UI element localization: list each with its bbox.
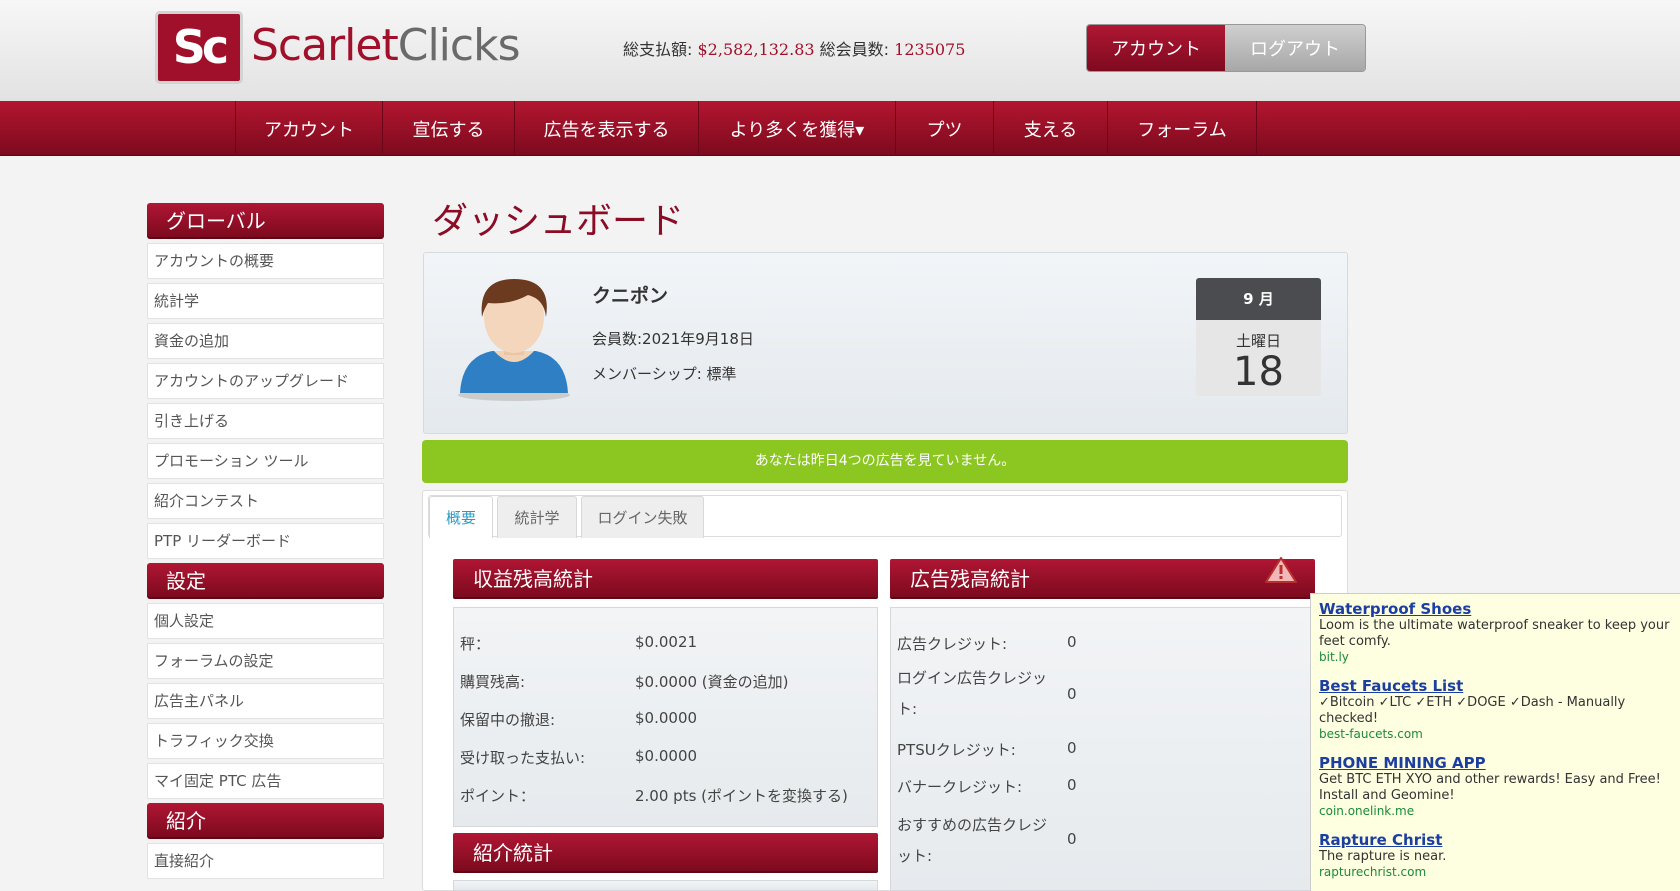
ad-credit-label: 広告クレジット: bbox=[897, 635, 1008, 653]
site-header: Sc ScarletClicks 総支払額: $2,582,132.83 総会員… bbox=[0, 0, 1680, 101]
ads-missed-alert: あなたは昨日4つの広告を見ていません。 bbox=[422, 440, 1348, 483]
received-payments-value: $0.0000 bbox=[635, 747, 698, 765]
calendar-weekday: 土曜日 bbox=[1235, 332, 1281, 350]
logo-clicks: Clicks bbox=[397, 20, 521, 71]
header-buttons: アカウント ログアウト bbox=[1086, 24, 1366, 72]
referral-panel-title: 紹介統計 bbox=[453, 833, 878, 873]
logo-scarlet: Scarlet bbox=[251, 20, 399, 71]
sidebar-item-forum-settings[interactable]: フォーラムの設定 bbox=[147, 643, 384, 679]
sidebar-item-promo-tools[interactable]: プロモーション ツール bbox=[147, 443, 384, 479]
ad-item: Rapture Christ The rapture is near. rapt… bbox=[1319, 831, 1672, 879]
page-title: ダッシュボード bbox=[432, 201, 685, 242]
sidebar-item-add-funds[interactable]: 資金の追加 bbox=[147, 323, 384, 359]
ad-url[interactable]: coin.onelink.me bbox=[1319, 804, 1672, 818]
login-ad-credit-value: 0 bbox=[1067, 685, 1077, 703]
ad-item: PHONE MINING APP Get BTC ETH XYO and oth… bbox=[1319, 754, 1672, 818]
sidebar-item-referral-contest[interactable]: 紹介コンテスト bbox=[147, 483, 384, 519]
ad-title-link[interactable]: Waterproof Shoes bbox=[1319, 600, 1672, 618]
warning-icon bbox=[1265, 557, 1297, 583]
ad-url[interactable]: rapturechrist.com bbox=[1319, 865, 1672, 879]
profile-card: クニポン 会員数:2021年9月18日 メンバーシップ: 標準 9 月 土曜日 … bbox=[423, 252, 1348, 434]
profile-member-since: 会員数:2021年9月18日 bbox=[592, 330, 754, 348]
ptsu-credit-label: PTSUクレジット: bbox=[897, 741, 1016, 759]
ad-text: Get BTC ETH XYO and other rewards! Easy … bbox=[1319, 772, 1661, 803]
ad-title-link[interactable]: Rapture Christ bbox=[1319, 831, 1672, 849]
sidebar-item-ptp-leaderboard[interactable]: PTP リーダーボード bbox=[147, 523, 384, 559]
nav-support[interactable]: 支える bbox=[994, 101, 1108, 156]
avatar-icon bbox=[458, 279, 570, 401]
pending-withdrawal-label: 保留中の撤退: bbox=[460, 711, 556, 729]
profile-username: クニポン bbox=[592, 285, 669, 307]
calendar-month: 9 月 bbox=[1196, 278, 1321, 320]
received-payments-label: 受け取った支払い: bbox=[460, 749, 586, 767]
banner-credit-label: バナークレジット: bbox=[897, 778, 1023, 796]
account-button[interactable]: アカウント bbox=[1087, 25, 1225, 71]
ptsu-credit-value: 0 bbox=[1067, 739, 1077, 757]
earnings-panel-title: 収益残高統計 bbox=[453, 559, 878, 599]
nav-forum[interactable]: フォーラム bbox=[1108, 101, 1257, 156]
ad-url[interactable]: best-faucets.com bbox=[1319, 727, 1672, 741]
calendar-day: 18 bbox=[1233, 349, 1284, 395]
total-paid-value: $2,582,132.83 bbox=[697, 40, 815, 59]
date-calendar: 9 月 土曜日 18 bbox=[1196, 278, 1321, 396]
tab-statistics[interactable]: 統計学 bbox=[497, 496, 577, 538]
sidebar-item-direct-referrals[interactable]: 直接紹介 bbox=[147, 843, 384, 879]
featured-ad-credit-label-line2: ット: bbox=[897, 847, 933, 865]
ad-text: ✓Bitcoin ✓LTC ✓ETH ✓DOGE ✓Dash - Manuall… bbox=[1319, 695, 1626, 726]
sidebar-heading-global: グローバル bbox=[147, 203, 384, 239]
ad-title-link[interactable]: Best Faucets List bbox=[1319, 677, 1672, 695]
nav-earn-more[interactable]: より多くを獲得▾ bbox=[699, 101, 896, 156]
earnings-balance-value: $0.0021 bbox=[635, 633, 698, 651]
sidebar-item-statistics[interactable]: 統計学 bbox=[147, 283, 384, 319]
nav-account[interactable]: アカウント bbox=[235, 101, 383, 156]
ad-text: Loom is the ultimate waterproof sneaker … bbox=[1319, 618, 1670, 649]
login-ad-credit-label-line2: ト: bbox=[897, 700, 918, 718]
site-stats: 総支払額: $2,582,132.83 総会員数: 1235075 bbox=[623, 36, 965, 60]
ad-credit-value: 0 bbox=[1067, 633, 1077, 651]
tab-overview[interactable]: 概要 bbox=[429, 496, 493, 538]
sidebar-item-account-overview[interactable]: アカウントの概要 bbox=[147, 243, 384, 279]
login-ad-credit-label-line1: ログイン広告クレジッ bbox=[897, 669, 1048, 687]
ad-credits-panel: 広告クレジット: 0 ログイン広告クレジッ ト: 0 PTSUクレジット: 0 … bbox=[890, 607, 1315, 891]
earnings-balance-label: 秤： bbox=[460, 635, 491, 653]
ad-text: The rapture is near. bbox=[1319, 849, 1447, 864]
purchase-balance-value[interactable]: $0.0000 (資金の追加) bbox=[635, 671, 789, 692]
ad-item: Waterproof Shoes Loom is the ultimate wa… bbox=[1319, 600, 1672, 664]
ad-url[interactable]: bit.ly bbox=[1319, 650, 1672, 664]
featured-ad-credit-value: 0 bbox=[1067, 830, 1077, 848]
nav-ptsu[interactable]: プツ bbox=[896, 101, 994, 156]
banner-credit-value: 0 bbox=[1067, 776, 1077, 794]
logout-button[interactable]: ログアウト bbox=[1225, 25, 1365, 71]
logo-mark[interactable]: Sc bbox=[155, 11, 243, 84]
sidebar-item-upgrade[interactable]: アカウントのアップグレード bbox=[147, 363, 384, 399]
points-value[interactable]: 2.00 pts (ポイントを変換する) bbox=[635, 785, 848, 806]
featured-ad-credit-label-line1: おすすめの広告クレジ bbox=[897, 816, 1048, 834]
total-members-label: 総会員数: bbox=[819, 40, 890, 59]
points-label: ポイント： bbox=[460, 787, 536, 805]
text-ads-overlay: Waterproof Shoes Loom is the ultimate wa… bbox=[1310, 593, 1680, 891]
tab-login-failures[interactable]: ログイン失敗 bbox=[581, 496, 704, 538]
total-members-value: 1235075 bbox=[894, 40, 966, 59]
purchase-balance-label: 購買残高: bbox=[460, 673, 526, 691]
earnings-panel: 秤： $0.0021 購買残高: $0.0000 (資金の追加) 保留中の撤退:… bbox=[453, 607, 878, 827]
ad-title-link[interactable]: PHONE MINING APP bbox=[1319, 754, 1672, 772]
nav-advertise[interactable]: 宣伝する bbox=[383, 101, 515, 156]
sidebar-item-withdraw[interactable]: 引き上げる bbox=[147, 403, 384, 439]
sidebar-item-traffic-exchange[interactable]: トラフィック交換 bbox=[147, 723, 384, 759]
sidebar-item-advertiser-panel[interactable]: 広告主パネル bbox=[147, 683, 384, 719]
ad-credits-panel-title: 広告残高統計 bbox=[890, 559, 1315, 599]
sidebar-item-fixed-ptc[interactable]: マイ固定 PTC 広告 bbox=[147, 763, 384, 799]
sidebar-item-personal-settings[interactable]: 個人設定 bbox=[147, 603, 384, 639]
logo-wordmark[interactable]: ScarletClicks bbox=[251, 20, 521, 71]
referral-panel bbox=[453, 880, 878, 891]
total-paid-label: 総支払額: bbox=[623, 40, 693, 59]
sidebar-heading-referrals: 紹介 bbox=[147, 803, 384, 839]
ad-item: Best Faucets List ✓Bitcoin ✓LTC ✓ETH ✓DO… bbox=[1319, 677, 1672, 741]
main-nav: アカウント 宣伝する 広告を表示する より多くを獲得▾ プツ 支える フォーラム bbox=[0, 101, 1680, 156]
sidebar-heading-settings: 設定 bbox=[147, 563, 384, 599]
nav-view-ads[interactable]: 広告を表示する bbox=[515, 101, 699, 156]
pending-withdrawal-value: $0.0000 bbox=[635, 709, 698, 727]
profile-membership: メンバーシップ: 標準 bbox=[592, 365, 737, 383]
sidebar: グローバル アカウントの概要 統計学 資金の追加 アカウントのアップグレード 引… bbox=[147, 203, 384, 883]
